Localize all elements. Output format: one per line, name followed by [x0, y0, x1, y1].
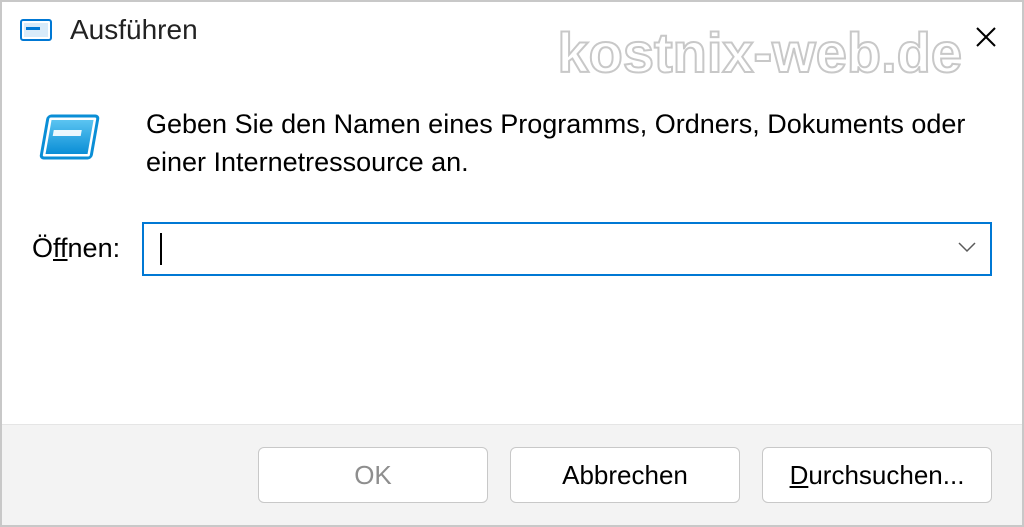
close-button[interactable] [964, 16, 1008, 60]
run-dialog: Ausführen kostnix-web.de [0, 0, 1024, 527]
ok-button[interactable]: OK [258, 447, 488, 503]
dropdown-button[interactable] [944, 224, 990, 274]
titlebar: Ausführen [2, 2, 1022, 56]
dialog-description: Geben Sie den Namen eines Programms, Ord… [146, 106, 992, 182]
dialog-content: Geben Sie den Namen eines Programms, Ord… [2, 56, 1022, 424]
open-combobox[interactable] [142, 222, 992, 276]
chevron-down-icon [957, 241, 977, 256]
run-icon [20, 14, 52, 46]
browse-button[interactable]: Durchsuchen... [762, 447, 992, 503]
button-bar: OK Abbrechen Durchsuchen... [2, 424, 1022, 525]
close-icon [975, 26, 997, 51]
open-input[interactable] [144, 224, 944, 274]
cancel-button[interactable]: Abbrechen [510, 447, 740, 503]
dialog-title: Ausführen [70, 14, 198, 46]
text-cursor [160, 233, 162, 265]
open-label: Öffnen: [32, 233, 132, 264]
run-icon-large [38, 106, 106, 179]
